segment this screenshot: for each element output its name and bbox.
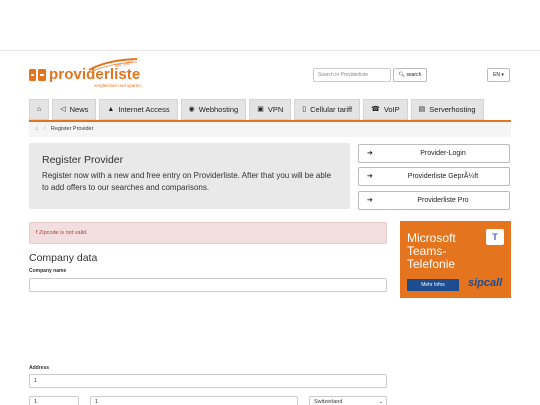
section-title: Company data — [29, 252, 98, 264]
teams-logo-icon: T — [486, 229, 504, 245]
side-button-label: Providerliste Pro — [417, 197, 469, 204]
address-label: Address — [29, 365, 50, 371]
logo-mark-icon — [29, 69, 46, 81]
breadcrumb: ⌂ / Register Provider — [29, 122, 511, 137]
country-select[interactable]: Switzerland ⌄ — [309, 396, 387, 405]
nav-cellular-tariff[interactable]: ▯ Cellular tariff — [294, 99, 361, 120]
lock-icon: ▣ — [257, 106, 264, 113]
search-button[interactable]: 🔍︎ search — [393, 68, 427, 82]
company-name-input[interactable] — [29, 278, 387, 292]
company-name-label: Company name — [29, 268, 67, 274]
nav-label: Cellular tariff — [310, 105, 353, 114]
server-icon: ▤ — [418, 106, 426, 113]
ad-line: Telefonie — [407, 257, 456, 271]
intro-text: Register now with a new and free entry o… — [42, 171, 332, 192]
provider-login-button[interactable]: ➜ Provider-Login — [358, 144, 510, 163]
nav-label: Internet Access — [118, 105, 170, 114]
nav-internet-access[interactable]: ▲ Internet Access — [99, 99, 178, 120]
ad-more-info-button[interactable]: Mehr Infos — [407, 279, 459, 291]
zip-input[interactable]: 1 — [29, 396, 79, 405]
city-input[interactable]: 1 — [90, 396, 298, 405]
alert-text: Zipcode is not valid. — [39, 230, 88, 236]
providerliste-logo[interactable]: providerliste seit 1997 vergleichen und … — [29, 58, 141, 92]
arrow-right-icon: ➔ — [367, 197, 373, 204]
caret-down-icon: ▾ — [501, 72, 504, 78]
providerliste-pro-button[interactable]: ➔ Providerliste Pro — [358, 191, 510, 210]
ad-brand: sipcall — [468, 277, 503, 289]
logo-swoosh-icon: seit 1997 — [88, 58, 138, 72]
breadcrumb-separator: / — [43, 126, 46, 132]
top-divider — [0, 50, 540, 51]
nav-label: News — [69, 105, 89, 114]
main-nav: ⌂ ◁ News ▲ Internet Access ◉ Webhosting … — [29, 99, 487, 120]
language-dropdown[interactable]: EN ▾ — [487, 68, 510, 82]
ad-headline: Microsoft Teams- Telefonie — [407, 232, 456, 271]
search-button-label: search — [406, 72, 422, 78]
nav-voip[interactable]: ☎ VoIP — [363, 99, 408, 120]
ad-banner[interactable]: Microsoft Teams- Telefonie T Mehr Infos … — [400, 221, 511, 298]
error-alert: ❗︎ Zipcode is not valid. — [29, 222, 387, 244]
providerliste-geprueft-button[interactable]: ➔ Providerliste GeprÃ¼ft — [358, 167, 510, 186]
page-title: Register Provider — [42, 154, 124, 166]
search-input[interactable]: Search in Providerliste — [313, 68, 391, 82]
megaphone-icon: ◁ — [60, 106, 66, 113]
chevron-down-icon: ⌄ — [378, 399, 383, 405]
handset-icon: ☎ — [371, 106, 380, 113]
nav-label: VPN — [267, 105, 284, 114]
exclamation-icon: ❗︎ — [36, 230, 38, 236]
home-icon: ⌂ — [37, 106, 42, 113]
nav-home[interactable]: ⌂ — [29, 99, 50, 120]
nav-serverhosting[interactable]: ▤ Serverhosting — [410, 99, 484, 120]
address-input[interactable]: 1 — [29, 374, 387, 388]
language-label: EN — [493, 72, 501, 78]
nav-news[interactable]: ◁ News — [52, 99, 97, 120]
breadcrumb-home-icon[interactable]: ⌂ — [35, 126, 38, 132]
intro-panel: Register Provider Register now with a ne… — [29, 143, 350, 209]
side-button-label: Providerliste GeprÃ¼ft — [407, 173, 479, 180]
nav-webhosting[interactable]: ◉ Webhosting — [180, 99, 247, 120]
side-button-label: Provider-Login — [420, 150, 466, 157]
arrow-right-icon: ➔ — [367, 173, 373, 180]
logo-subtitle: vergleichen und sparen — [94, 83, 141, 88]
search-icon: 🔍︎ — [398, 72, 405, 78]
country-value: Switzerland — [314, 399, 343, 405]
road-icon: ▲ — [107, 106, 115, 113]
login-icon: ➜ — [367, 150, 373, 157]
nav-label: Serverhosting — [429, 105, 476, 114]
nav-label: VoIP — [383, 105, 400, 114]
nav-vpn[interactable]: ▣ VPN — [249, 99, 292, 120]
phone-icon: ▯ — [302, 106, 307, 113]
nav-label: Webhosting — [198, 105, 239, 114]
breadcrumb-current: Register Provider — [50, 126, 94, 132]
globe-icon: ◉ — [188, 106, 195, 113]
